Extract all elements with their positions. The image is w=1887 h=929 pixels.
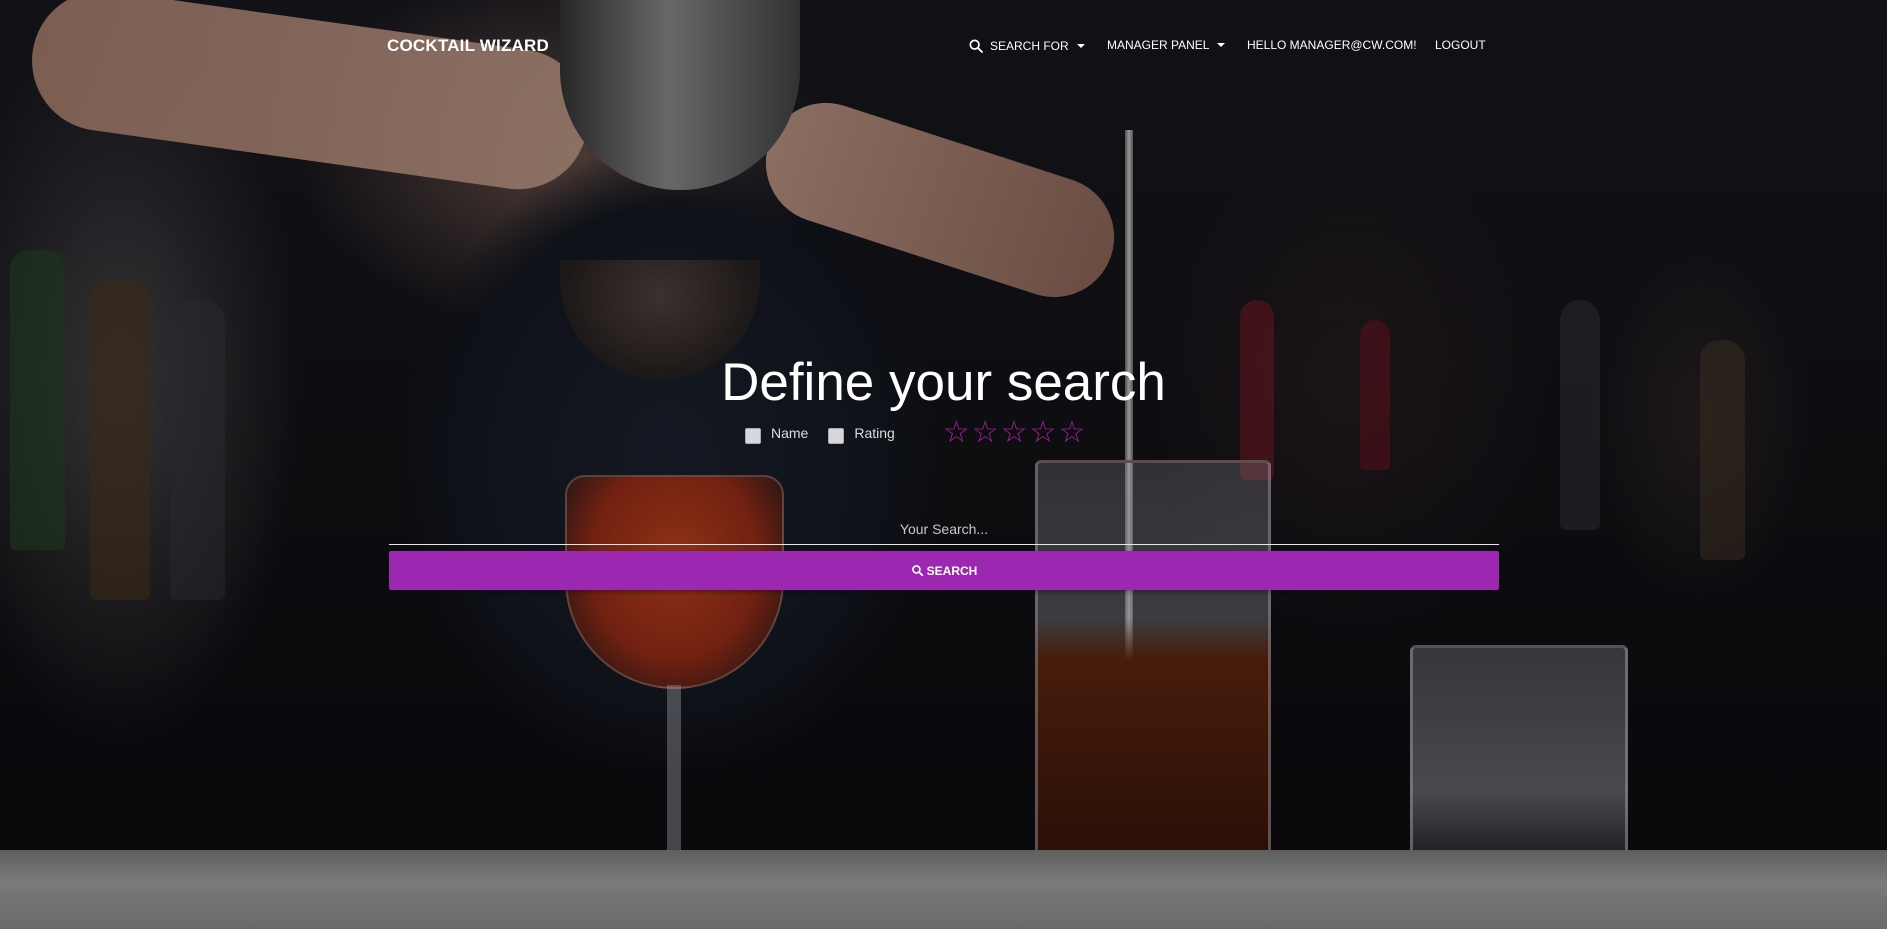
nav-logout-link[interactable]: LOGOUT [1435,38,1486,52]
option-rating[interactable]: Rating [828,425,895,444]
nav-user-greeting-label: HELLO MANAGER@CW.COM! [1247,38,1417,52]
search-button[interactable]: SEARCH [389,551,1499,590]
nav-manager-panel-label: MANAGER PANEL [1107,38,1210,52]
page: COCKTAIL WIZARD SEARCH FOR MANAGER PANEL… [0,0,1887,929]
navbar: COCKTAIL WIZARD SEARCH FOR MANAGER PANEL… [0,0,1887,92]
search-button-label: SEARCH [926,563,978,578]
rating-checkbox[interactable] [828,428,845,444]
star-icon[interactable]: ☆ [1030,418,1057,448]
option-name[interactable]: Name [745,425,809,444]
rating-stars: ☆ ☆ ☆ ☆ ☆ [943,418,1086,448]
option-rating-label: Rating [854,425,895,441]
star-icon[interactable]: ☆ [1001,418,1028,448]
name-checkbox[interactable] [745,428,761,444]
option-name-label: Name [771,425,809,441]
nav-logout-label: LOGOUT [1435,38,1486,52]
search-options: Name Rating ☆ ☆ ☆ ☆ ☆ [745,418,1086,448]
brand-logo[interactable]: COCKTAIL WIZARD [387,36,549,56]
star-icon[interactable]: ☆ [972,418,999,448]
nav-search-for-label: SEARCH FOR [990,39,1069,53]
search-icon [969,39,983,53]
nav-manager-panel-dropdown[interactable]: MANAGER PANEL [1107,38,1226,52]
search-input[interactable] [389,514,1499,545]
nav-search-for-dropdown[interactable]: SEARCH FOR [968,38,1085,54]
nav-user-greeting[interactable]: HELLO MANAGER@CW.COM! [1247,38,1417,52]
star-icon[interactable]: ☆ [1058,418,1085,448]
background-photo [0,0,1887,929]
search-icon [911,565,923,577]
page-title: Define your search [721,353,1166,412]
chevron-down-icon [1076,44,1085,48]
chevron-down-icon [1217,43,1226,47]
star-icon[interactable]: ☆ [943,418,970,448]
